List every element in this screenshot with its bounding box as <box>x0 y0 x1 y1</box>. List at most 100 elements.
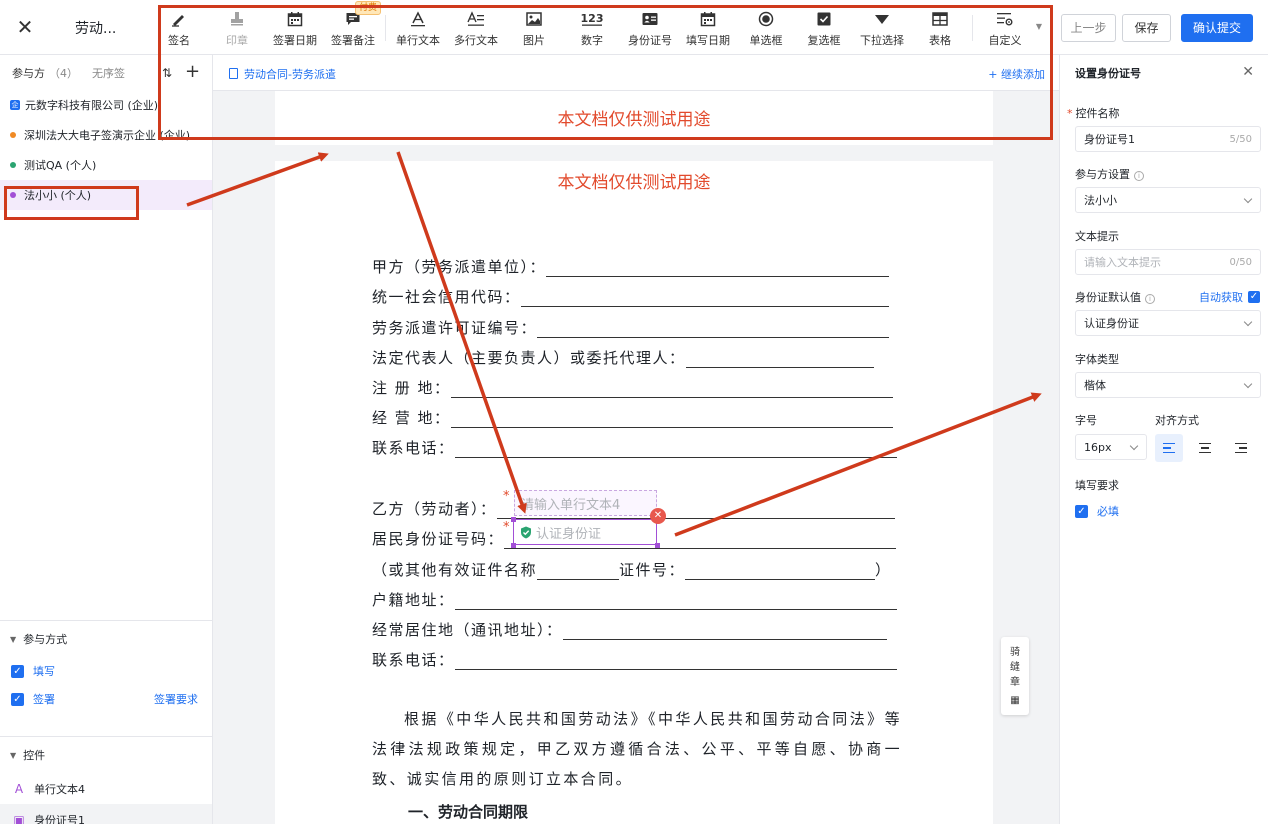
left-sidebar: 参与方 （4） 无序签 ⇅ + 企 元数字科技有限公司 (企业) 深圳法大大电子… <box>0 55 213 824</box>
id-default-label: 身份证默认值 i <box>1075 289 1155 305</box>
triangle-down-icon <box>875 15 889 24</box>
toolbar-divider <box>972 15 973 41</box>
tool-checkbox[interactable]: 复选框 <box>795 6 853 50</box>
participation-method-section: ▼ 参与方式 ✓ 填写 ✓ 签署 签署要求 <box>0 620 212 713</box>
party-name: 测试QA (个人) <box>24 159 97 172</box>
paid-badge: 付费 <box>354 1 381 15</box>
control-list-item-selected[interactable]: ▣ 身份证号1 <box>0 804 212 824</box>
save-button[interactable]: 保存 <box>1122 14 1171 42</box>
party-setting-label: 参与方设置 i <box>1075 166 1144 182</box>
seam-seal-label: 骑缝章 <box>1010 647 1020 688</box>
tool-sign-note[interactable]: 签署备注 付费 <box>324 1 382 50</box>
id-card-icon <box>642 13 658 25</box>
align-center-button[interactable] <box>1191 434 1219 462</box>
sort-icon[interactable]: ⇅ <box>162 66 172 80</box>
toolbar-divider <box>385 15 386 41</box>
tool-dropdown[interactable]: 下拉选择 <box>853 6 911 50</box>
tool-signature[interactable]: 签名 <box>150 6 208 50</box>
party-name: 法小小 (个人) <box>24 189 92 202</box>
tool-image[interactable]: 图片 <box>505 6 563 50</box>
control-toolbar: 签名 印章 签署日期 签署备注 付费 单行文本 多行文本 图片 123 数字 身… <box>150 1 1042 50</box>
number-123-icon: 123 <box>581 12 603 26</box>
checkbox-checked-icon: ✓ <box>1248 291 1260 303</box>
tool-table[interactable]: 表格 <box>911 6 969 50</box>
tool-id-number[interactable]: 身份证号 <box>621 6 679 50</box>
method-fill-checkbox[interactable]: ✓ 填写 <box>0 657 212 685</box>
control-list-item[interactable]: A 单行文本4 <box>0 773 212 804</box>
document-page: 本文档仅供测试用途 甲方（劳务派遣单位）： 统一社会信用代码： 劳务派遣许可证编… <box>275 161 993 824</box>
multiline-text-icon <box>467 11 484 26</box>
font-size-label: 字号 <box>1075 414 1097 427</box>
doc-line: 甲方（劳务派遣单位）： <box>372 256 890 277</box>
chevron-down-icon <box>1243 379 1253 389</box>
close-icon[interactable]: ✕ <box>14 16 36 38</box>
required-checkbox[interactable]: ✓ 必填 <box>1064 497 1119 525</box>
control-name-input[interactable]: 身份证号1 5/50 <box>1075 126 1261 152</box>
id-default-select[interactable]: 认证身份证 <box>1075 310 1261 336</box>
shield-check-icon <box>521 526 531 538</box>
confirm-submit-button[interactable]: 确认提交 <box>1181 14 1253 42</box>
party-name: 深圳法大大电子签演示企业 (企业) <box>24 129 191 142</box>
party-color-dot <box>10 162 16 168</box>
resize-handle[interactable] <box>511 543 516 548</box>
resize-handle[interactable] <box>511 517 516 522</box>
document-breadcrumb[interactable]: 劳动合同-劳务派遣 <box>229 66 336 82</box>
continue-add-link[interactable]: + 继续添加 <box>988 66 1045 82</box>
svg-text:123: 123 <box>581 12 603 25</box>
id-number-field[interactable]: 认证身份证 <box>513 519 657 545</box>
tool-number[interactable]: 123 数字 <box>563 6 621 50</box>
doc-line: 联系电话： <box>372 437 897 458</box>
resize-handle[interactable] <box>655 543 660 548</box>
text-a-icon: A <box>14 781 24 796</box>
tool-sign-date[interactable]: 签署日期 <box>266 6 324 50</box>
info-icon[interactable]: i <box>1145 294 1155 304</box>
party-select[interactable]: 法小小 <box>1075 187 1261 213</box>
document-page: 本文档仅供测试用途 <box>275 91 993 145</box>
table-icon <box>932 12 948 26</box>
seal-icon: ▦ <box>1010 695 1020 706</box>
font-type-select[interactable]: 楷体 <box>1075 372 1261 398</box>
party-item[interactable]: 深圳法大大电子签演示企业 (企业) <box>0 120 212 150</box>
sign-order-mode[interactable]: 无序签 <box>92 65 125 81</box>
tool-custom[interactable]: 自定义 ▼ <box>976 6 1042 50</box>
stamp-icon <box>231 12 243 26</box>
sign-requirements-link[interactable]: 签署要求 <box>154 691 198 707</box>
document-title: 劳动... <box>75 21 117 37</box>
participants-header: 参与方 （4） 无序签 ⇅ + <box>0 55 212 90</box>
section-title[interactable]: ▼ 参与方式 <box>0 621 212 657</box>
seam-seal-button[interactable]: 骑缝章 ▦ <box>1001 637 1029 715</box>
doc-line: 经常居住地（通讯地址）： <box>372 619 887 640</box>
single-line-text-field[interactable]: 请输入单行文本4 <box>514 490 657 516</box>
add-participant-icon[interactable]: + <box>185 61 200 82</box>
calendar-icon <box>287 12 303 27</box>
font-size-select[interactable]: 16px <box>1075 434 1147 460</box>
properties-panel: 设置身份证号 ✕ * 控件名称 身份证号1 5/50 参与方设置 i 法小小 文本提示… <box>1059 55 1268 824</box>
tool-multi-line-text[interactable]: 多行文本 <box>447 6 505 50</box>
chevron-down-icon <box>1243 194 1253 204</box>
calendar-icon <box>700 12 716 27</box>
tool-single-line-text[interactable]: 单行文本 <box>389 6 447 50</box>
align-left-button[interactable] <box>1155 434 1183 462</box>
text-hint-label: 文本提示 <box>1075 230 1119 243</box>
party-item-selected[interactable]: 法小小 (个人) <box>0 180 212 210</box>
previous-step-button[interactable]: 上一步 <box>1061 14 1116 42</box>
image-icon <box>526 12 542 26</box>
text-hint-input[interactable]: 请输入文本提示 0/50 <box>1075 249 1261 275</box>
delete-control-icon[interactable]: ✕ <box>650 508 666 524</box>
auto-fetch-checkbox[interactable]: 自动获取 ✓ <box>1199 289 1260 305</box>
tool-radio[interactable]: 单选框 <box>737 6 795 50</box>
method-sign-checkbox[interactable]: ✓ 签署 签署要求 <box>0 685 212 713</box>
section-title[interactable]: ▼ 控件 <box>0 737 212 773</box>
party-color-dot <box>10 192 16 198</box>
party-item[interactable]: 企 元数字科技有限公司 (企业) <box>0 90 212 120</box>
test-watermark: 本文档仅供测试用途 <box>557 173 711 193</box>
doc-line: 统一社会信用代码： <box>372 286 889 307</box>
chevron-down-icon[interactable]: ▼ <box>1036 22 1042 31</box>
party-item[interactable]: 测试QA (个人) <box>0 150 212 180</box>
tool-fill-date[interactable]: 填写日期 <box>679 6 737 50</box>
info-icon[interactable]: i <box>1134 171 1144 181</box>
close-panel-icon[interactable]: ✕ <box>1242 64 1254 80</box>
align-right-button[interactable] <box>1227 434 1255 462</box>
chevron-down-icon <box>1243 317 1253 327</box>
tool-seal[interactable]: 印章 <box>208 6 266 50</box>
